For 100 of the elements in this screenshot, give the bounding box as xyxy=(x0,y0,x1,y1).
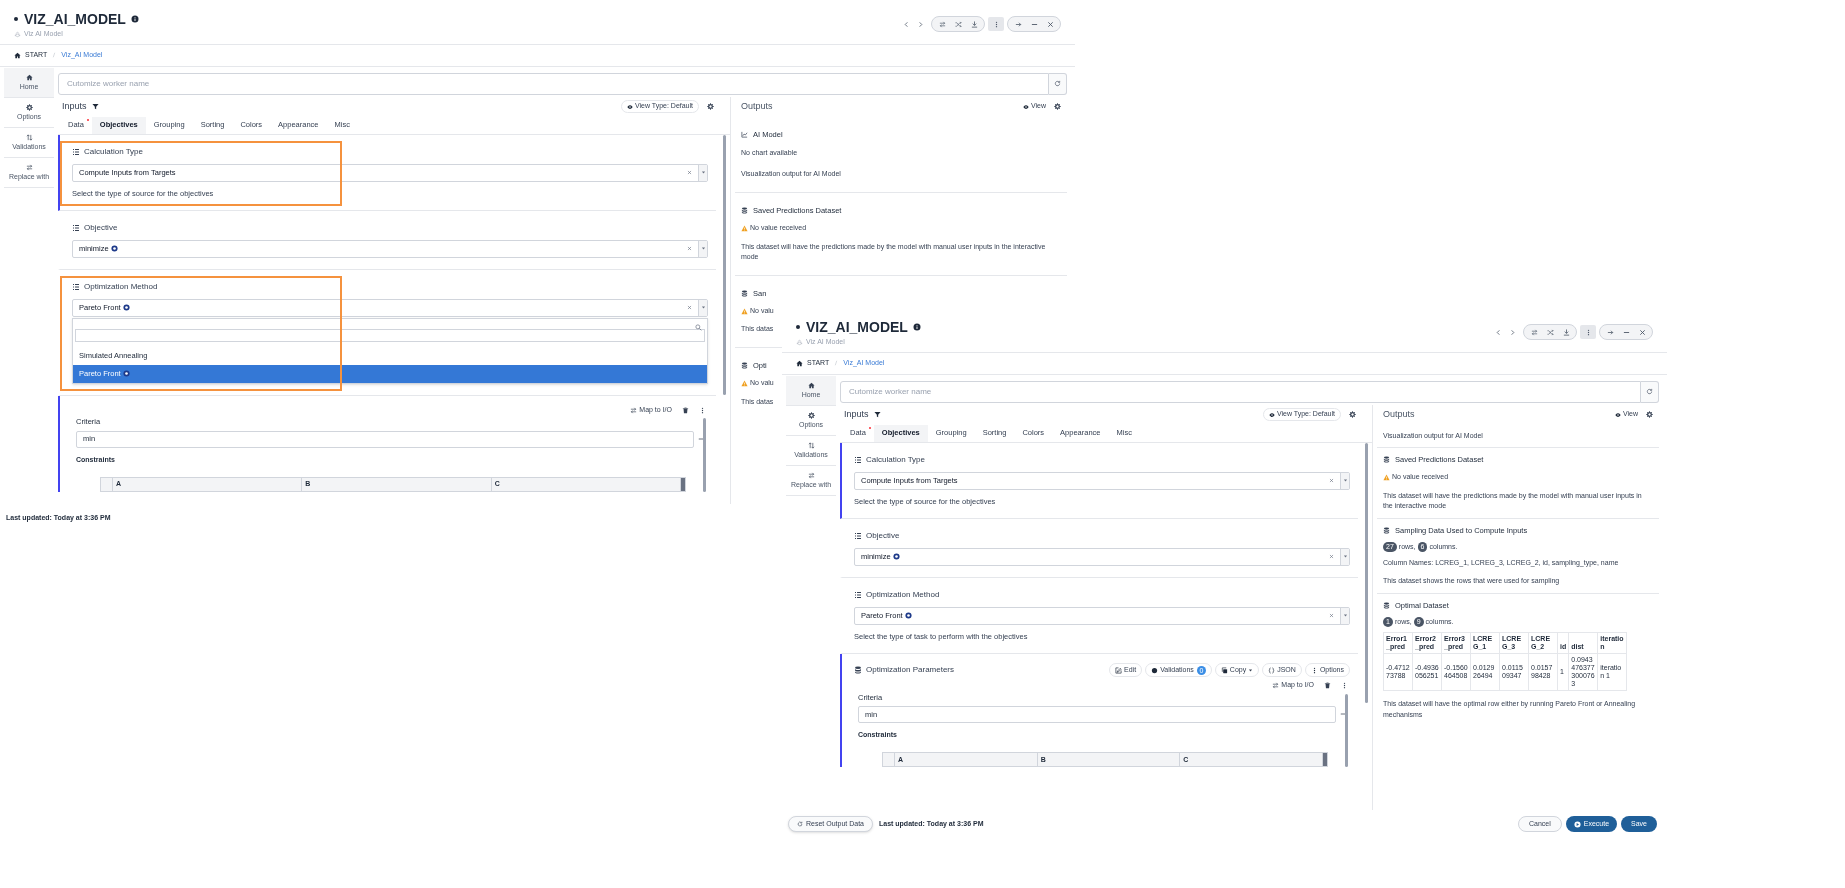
list-icon xyxy=(854,531,862,540)
home-icon xyxy=(25,73,33,81)
caret-icon[interactable] xyxy=(1342,478,1348,483)
caret-icon[interactable] xyxy=(1342,554,1348,560)
database-icon xyxy=(1383,456,1390,464)
remove-icon[interactable] xyxy=(698,436,704,442)
bullet-icon xyxy=(796,325,800,329)
list-icon xyxy=(854,590,862,599)
home-icon[interactable] xyxy=(796,359,803,367)
warning-icon xyxy=(741,224,748,232)
clear-icon[interactable] xyxy=(687,246,692,252)
trash-icon[interactable] xyxy=(682,406,689,414)
worker-name-field[interactable]: Cutomize worker name xyxy=(840,380,1641,403)
slash-icon xyxy=(51,52,58,58)
clear-icon[interactable] xyxy=(687,170,692,175)
scrollbar[interactable] xyxy=(681,478,685,491)
info-icon xyxy=(912,323,921,331)
refresh-button[interactable] xyxy=(1641,380,1659,403)
gear-icon[interactable] xyxy=(707,103,714,110)
scrollbar[interactable] xyxy=(723,134,726,395)
search-icon xyxy=(695,323,702,331)
up-down-arrows-icon xyxy=(807,441,815,449)
panel-title: Outputs xyxy=(1383,407,1415,421)
clear-icon[interactable] xyxy=(1329,478,1334,483)
module-icon xyxy=(14,30,21,38)
gear-icon[interactable] xyxy=(1646,411,1653,418)
copy-icon xyxy=(1220,666,1228,674)
clear-icon[interactable] xyxy=(687,305,692,311)
tag-icon xyxy=(904,612,912,620)
worker-name-field[interactable]: Cutomize worker name xyxy=(58,72,1049,95)
swap-arrows-icon xyxy=(25,163,33,171)
clear-icon[interactable] xyxy=(1329,554,1334,560)
list-icon xyxy=(72,282,80,291)
close-icon[interactable] xyxy=(1638,328,1646,336)
chart-icon xyxy=(741,130,748,138)
list-icon xyxy=(854,455,862,464)
braces-icon xyxy=(1268,666,1276,674)
caret-icon[interactable] xyxy=(700,246,706,252)
panel-title: Outputs xyxy=(741,99,773,113)
kebab-icon[interactable] xyxy=(699,406,706,414)
database-icon xyxy=(741,361,748,369)
trash-icon[interactable] xyxy=(1324,681,1331,689)
download-icon[interactable] xyxy=(1562,328,1570,336)
chevron-right-icon[interactable] xyxy=(1509,328,1516,336)
slash-icon xyxy=(833,360,840,366)
scrollbar[interactable] xyxy=(1345,693,1348,768)
close-icon[interactable] xyxy=(1046,20,1054,28)
caret-icon[interactable] xyxy=(1342,613,1348,619)
swap-arrows-icon[interactable] xyxy=(938,20,946,28)
download-icon[interactable] xyxy=(970,20,978,28)
up-down-arrows-icon xyxy=(25,133,33,141)
search-field[interactable] xyxy=(75,328,705,342)
database-icon xyxy=(741,289,748,297)
info-icon xyxy=(130,15,139,23)
remove-icon[interactable] xyxy=(1340,711,1346,718)
chevron-left-icon[interactable] xyxy=(903,20,910,28)
shuffle-icon[interactable] xyxy=(954,20,962,28)
swap-arrows-icon xyxy=(630,406,638,414)
shuffle-icon[interactable] xyxy=(1546,328,1554,336)
warning-icon xyxy=(1383,474,1390,481)
scrollbar[interactable] xyxy=(1323,753,1327,767)
scrollbar[interactable] xyxy=(703,418,706,492)
eye-icon xyxy=(1022,103,1029,110)
home-icon[interactable] xyxy=(14,51,21,59)
home-icon xyxy=(807,381,815,389)
scrollbar[interactable] xyxy=(1365,442,1368,703)
warning-icon xyxy=(741,379,748,387)
tag-icon xyxy=(122,304,130,312)
refresh-button[interactable] xyxy=(1049,72,1067,95)
play-icon xyxy=(1573,820,1581,828)
eye-icon xyxy=(1614,411,1621,418)
caret-icon[interactable] xyxy=(700,305,706,311)
list-icon xyxy=(72,223,80,232)
swap-arrows-icon xyxy=(1272,681,1280,689)
swap-arrows-icon[interactable] xyxy=(1530,328,1538,336)
filter-icon[interactable] xyxy=(91,103,99,110)
gear-icon xyxy=(25,103,33,111)
window-title: VIZ_AI_MODEL xyxy=(24,12,126,26)
chevron-left-icon[interactable] xyxy=(1495,328,1502,336)
section-title: Optimization Method xyxy=(866,588,940,601)
section-title: Optimization Method xyxy=(84,280,158,293)
arrow-right-icon[interactable] xyxy=(1014,20,1022,28)
chevron-right-icon[interactable] xyxy=(917,20,924,28)
section-title: Objective xyxy=(866,529,900,542)
gear-icon[interactable] xyxy=(1349,411,1356,418)
clear-icon[interactable] xyxy=(1329,613,1334,619)
refresh-icon xyxy=(1646,388,1653,395)
refresh-icon xyxy=(797,821,803,827)
database-icon xyxy=(854,666,862,674)
list-icon xyxy=(72,147,80,156)
arrow-right-icon[interactable] xyxy=(1606,328,1614,336)
module-icon xyxy=(796,338,803,346)
tag-icon xyxy=(122,370,130,378)
section-title: Calculation Type xyxy=(866,453,925,466)
filter-icon[interactable] xyxy=(873,411,881,418)
kebab-icon[interactable] xyxy=(1341,681,1348,689)
gear-icon xyxy=(807,411,815,419)
gear-icon[interactable] xyxy=(1054,103,1061,110)
caret-icon[interactable] xyxy=(700,170,706,175)
warning-icon xyxy=(741,307,748,315)
